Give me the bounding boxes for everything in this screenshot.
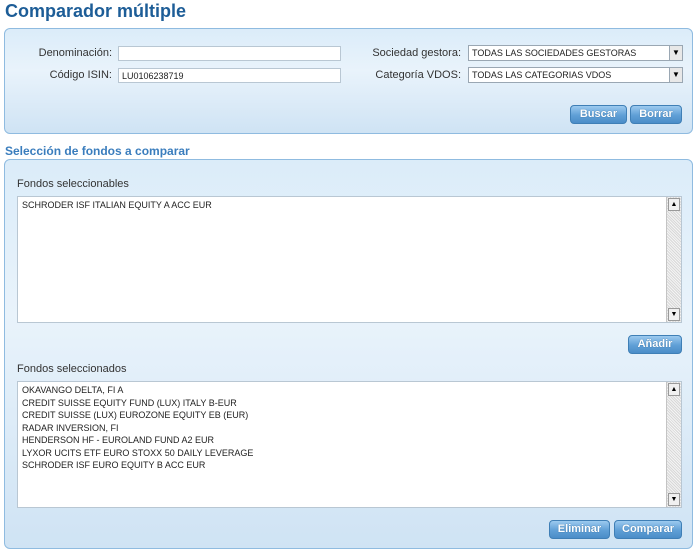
selectable-funds-list[interactable]: SCHRODER ISF ITALIAN EQUITY A ACC EUR ▲ …: [17, 196, 682, 323]
arrow-up-icon[interactable]: ▲: [668, 383, 680, 396]
list-item[interactable]: RADAR INVERSION, FI: [22, 422, 677, 435]
selected-funds-list[interactable]: OKAVANGO DELTA, FI A CREDIT SUISSE EQUIT…: [17, 381, 682, 508]
categoria-select[interactable]: TODAS LAS CATEGORIAS VDOS ▼: [468, 67, 683, 83]
denominacion-label: Denominación:: [38, 47, 112, 59]
categoria-label: Categoría VDOS:: [375, 69, 461, 81]
selected-scrollbar[interactable]: ▲ ▼: [666, 382, 681, 507]
section-title: Selección de fondos a comparar: [5, 144, 190, 158]
denominacion-input[interactable]: [118, 46, 341, 61]
arrow-down-icon[interactable]: ▼: [668, 308, 680, 321]
borrar-button[interactable]: Borrar: [630, 105, 682, 124]
selectable-scrollbar[interactable]: ▲ ▼: [666, 197, 681, 322]
list-item[interactable]: LYXOR UCITS ETF EURO STOXX 50 DAILY LEVE…: [22, 447, 677, 460]
selected-funds-label: Fondos seleccionados: [17, 363, 127, 375]
isin-label: Código ISIN:: [49, 69, 112, 81]
list-item[interactable]: CREDIT SUISSE (LUX) EUROZONE EQUITY EB (…: [22, 409, 677, 422]
anadir-button[interactable]: Añadir: [628, 335, 682, 354]
list-item[interactable]: SCHRODER ISF EURO EQUITY B ACC EUR: [22, 459, 677, 472]
list-item[interactable]: HENDERSON HF - EUROLAND FUND A2 EUR: [22, 434, 677, 447]
chevron-down-icon[interactable]: ▼: [669, 68, 682, 82]
categoria-select-value: TODAS LAS CATEGORIAS VDOS: [472, 70, 612, 80]
list-item[interactable]: CREDIT SUISSE EQUITY FUND (LUX) ITALY B-…: [22, 397, 677, 410]
comparar-button[interactable]: Comparar: [614, 520, 682, 539]
gestora-select[interactable]: TODAS LAS SOCIEDADES GESTORAS ▼: [468, 45, 683, 61]
arrow-up-icon[interactable]: ▲: [668, 198, 680, 211]
gestora-label: Sociedad gestora:: [372, 47, 461, 59]
isin-input[interactable]: LU0106238719: [118, 68, 341, 83]
buscar-button[interactable]: Buscar: [570, 105, 627, 124]
selectable-funds-label: Fondos seleccionables: [17, 178, 129, 190]
list-item[interactable]: SCHRODER ISF ITALIAN EQUITY A ACC EUR: [22, 199, 677, 212]
eliminar-button[interactable]: Eliminar: [549, 520, 610, 539]
list-item[interactable]: OKAVANGO DELTA, FI A: [22, 384, 677, 397]
arrow-down-icon[interactable]: ▼: [668, 493, 680, 506]
page-title: Comparador múltiple: [5, 1, 187, 21]
chevron-down-icon[interactable]: ▼: [669, 46, 682, 60]
gestora-select-value: TODAS LAS SOCIEDADES GESTORAS: [472, 48, 637, 58]
